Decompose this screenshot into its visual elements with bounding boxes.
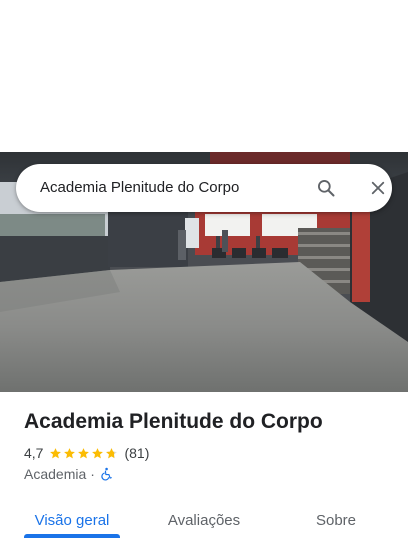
place-title: Academia Plenitude do Corpo <box>24 410 323 433</box>
map-blank-area[interactable] <box>0 0 408 152</box>
category-row: Academia · <box>24 466 113 482</box>
star-rating <box>49 447 119 460</box>
tab-reviews[interactable]: Avaliações <box>156 496 252 544</box>
place-page: Academia Plenitude do Corpo Academia Ple… <box>0 0 408 544</box>
active-tab-indicator <box>24 534 120 538</box>
star-icon <box>92 447 104 458</box>
place-tabs: Visão geral Avaliações Sobre <box>0 496 408 544</box>
tab-about[interactable]: Sobre <box>296 496 376 544</box>
separator-dot: · <box>90 466 95 482</box>
rating-value: 4,7 <box>24 445 44 461</box>
close-icon[interactable] <box>366 176 390 200</box>
wheelchair-accessible-icon <box>99 467 113 481</box>
search-query[interactable]: Academia Plenitude do Corpo <box>40 179 239 196</box>
search-icon[interactable] <box>314 176 338 200</box>
star-icon <box>64 447 76 458</box>
half-star-icon <box>106 447 118 458</box>
review-count[interactable]: (81) <box>124 445 149 461</box>
search-bar[interactable]: Academia Plenitude do Corpo <box>16 164 392 212</box>
star-icon <box>78 447 90 458</box>
place-category: Academia <box>24 466 87 482</box>
rating-row[interactable]: 4,7 (81) <box>24 445 149 461</box>
star-icon <box>50 447 62 458</box>
